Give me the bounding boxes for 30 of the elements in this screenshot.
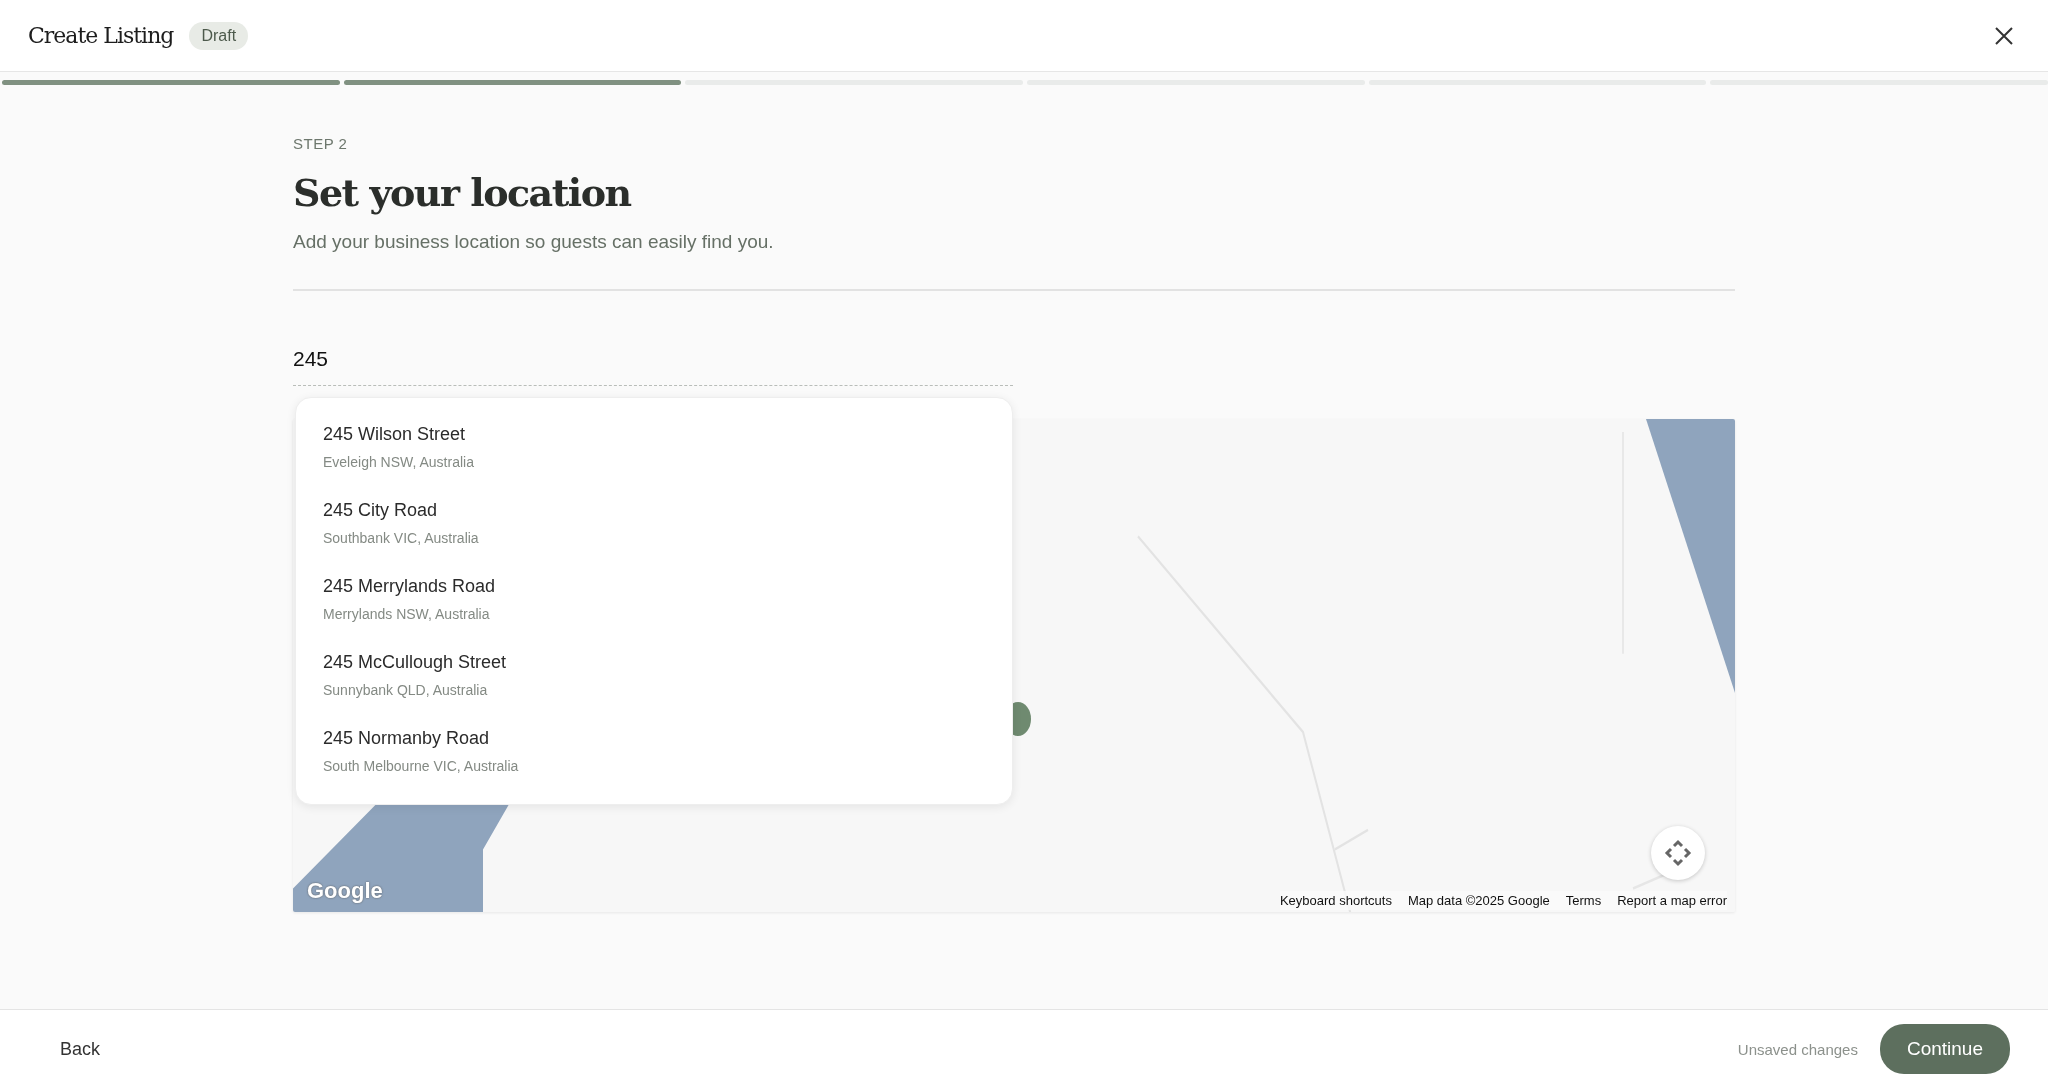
suggestion-area: Sunnybank QLD, Australia [323,682,985,698]
suggestion-street: 245 City Road [323,500,439,521]
draft-badge: Draft [189,21,249,50]
step-label: STEP 2 [293,135,349,152]
map-footer-link[interactable]: Keyboard shortcuts [1279,893,1392,908]
page-subtitle: Add your business location so guests can easily find you. [293,231,775,253]
save-status: Unsaved changes [1737,1040,1858,1058]
map-logo: Google [307,878,383,904]
suggestion-item[interactable]: 245 City Road Southbank VIC, Australia [296,486,1012,562]
map-footer-link[interactable]: Map data ©2025 Google [1407,893,1550,908]
suggestion-item[interactable]: 245 Normanby Road South Melbourne VIC, Australia [296,714,1012,790]
back-button[interactable]: Back [40,1028,121,1070]
map-footer-link[interactable]: Terms [1565,893,1602,908]
suggestion-area: Merrylands NSW, Australia [323,606,985,622]
map-footer-link[interactable]: Report a map error [1617,893,1727,908]
move-icon [1663,838,1693,868]
suggestion-area: South Melbourne VIC, Australia [323,758,985,774]
suggestion-area: Southbank VIC, Australia [323,530,985,546]
suggestion-street: 245 Wilson Street [323,424,467,445]
address-search-field[interactable]: 245 [293,347,1013,386]
suggestion-street: 245 McCullough Street [323,652,508,673]
page-title: Create Listing [28,23,174,48]
suggestion-item[interactable]: 245 Merrylands Road Merrylands NSW, Australia [296,562,1012,638]
suggestion-street: 245 Merrylands Road [323,576,497,597]
suggestion-area: Eveleigh NSW, Australia [323,454,985,470]
close-icon [1994,25,2014,46]
suggestion-street: 245 Normanby Road [323,728,491,749]
page-heading: Set your location [293,170,633,215]
continue-button[interactable]: Continue [1879,1024,2010,1074]
suggestion-item[interactable]: 245 McCullough Street Sunnybank QLD, Australia [296,638,1012,714]
